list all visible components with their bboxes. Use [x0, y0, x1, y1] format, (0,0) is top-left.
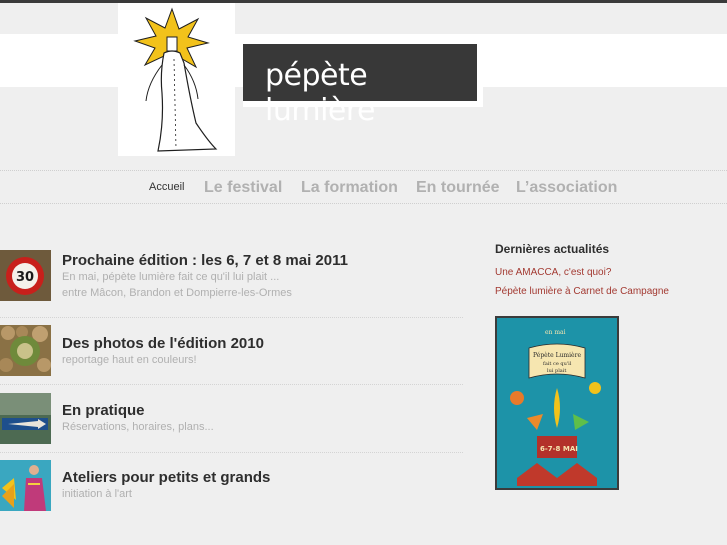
star-dress-logo-icon	[133, 7, 218, 152]
news-link-amacca[interactable]: Une AMACCA, c'est quoi?	[495, 267, 611, 278]
speed-sign-thumbnail[interactable]: 30	[0, 250, 51, 301]
site-title-box[interactable]: pépète lumière	[243, 44, 483, 128]
entry-title[interactable]: Des photos de l'édition 2010	[62, 335, 264, 352]
painted-figure-icon	[0, 460, 51, 511]
site-logo[interactable]	[118, 3, 235, 156]
list-item: Des photos de l'édition 2010 reportage h…	[0, 325, 463, 385]
entry-line: Réservations, horaires, plans...	[62, 421, 214, 433]
entry-title[interactable]: En pratique	[62, 402, 145, 419]
nav-item-en-tournee[interactable]: En tournée	[416, 171, 500, 204]
festival-poster[interactable]: en mai Pépète Lumière fait ce qu'il lui …	[495, 316, 619, 490]
workshop-thumbnail[interactable]	[0, 460, 51, 511]
entry-line: En mai, pépète lumière fait ce qu'il lui…	[62, 271, 280, 283]
logs-photo-icon	[0, 325, 51, 376]
nav-item-l-association[interactable]: L’association	[516, 171, 617, 204]
direction-thumbnail[interactable]	[0, 393, 51, 444]
entry-title[interactable]: Ateliers pour petits et grands	[62, 469, 270, 486]
entry-line: entre Mâcon, Brandon et Dompierre-les-Or…	[62, 287, 292, 299]
site-title: pépète lumière	[265, 58, 376, 128]
direction-sign-icon	[0, 393, 51, 444]
poster-line: fait ce qu'il	[543, 361, 572, 367]
entry-line: reportage haut en couleurs!	[62, 354, 197, 366]
poster-line: 6-7-8 MAI	[540, 445, 578, 453]
nav-item-le-festival[interactable]: Le festival	[204, 171, 282, 204]
list-item: 30 Prochaine édition : les 6, 7 et 8 mai…	[0, 250, 463, 320]
news-link-carnet-de-campagne[interactable]: Pépète lumière à Carnet de Campagne	[495, 286, 669, 297]
main-nav: Accueil Le festival La formation En tour…	[0, 170, 727, 204]
poster-line: en mai	[545, 329, 566, 336]
photo-thumbnail[interactable]	[0, 325, 51, 376]
entry-title[interactable]: Prochaine édition : les 6, 7 et 8 mai 20…	[62, 252, 348, 269]
svg-text:30: 30	[16, 270, 34, 285]
nav-item-accueil[interactable]: Accueil	[149, 171, 184, 204]
list-item: Ateliers pour petits et grands initiatio…	[0, 460, 463, 520]
speed-sign-icon: 30	[0, 250, 51, 301]
divider	[0, 452, 463, 453]
list-item: En pratique Réservations, horaires, plan…	[0, 393, 463, 453]
divider	[0, 317, 463, 318]
nav-item-la-formation[interactable]: La formation	[301, 171, 398, 204]
poster-artwork-icon: en mai Pépète Lumière fait ce qu'il lui …	[497, 318, 617, 488]
top-border	[0, 0, 727, 3]
sidebar-title: Dernières actualités	[495, 242, 610, 256]
poster-line: Pépète Lumière	[533, 352, 581, 359]
entry-line: initiation à l'art	[62, 488, 132, 500]
divider	[0, 384, 463, 385]
poster-line: lui plait	[547, 368, 566, 374]
